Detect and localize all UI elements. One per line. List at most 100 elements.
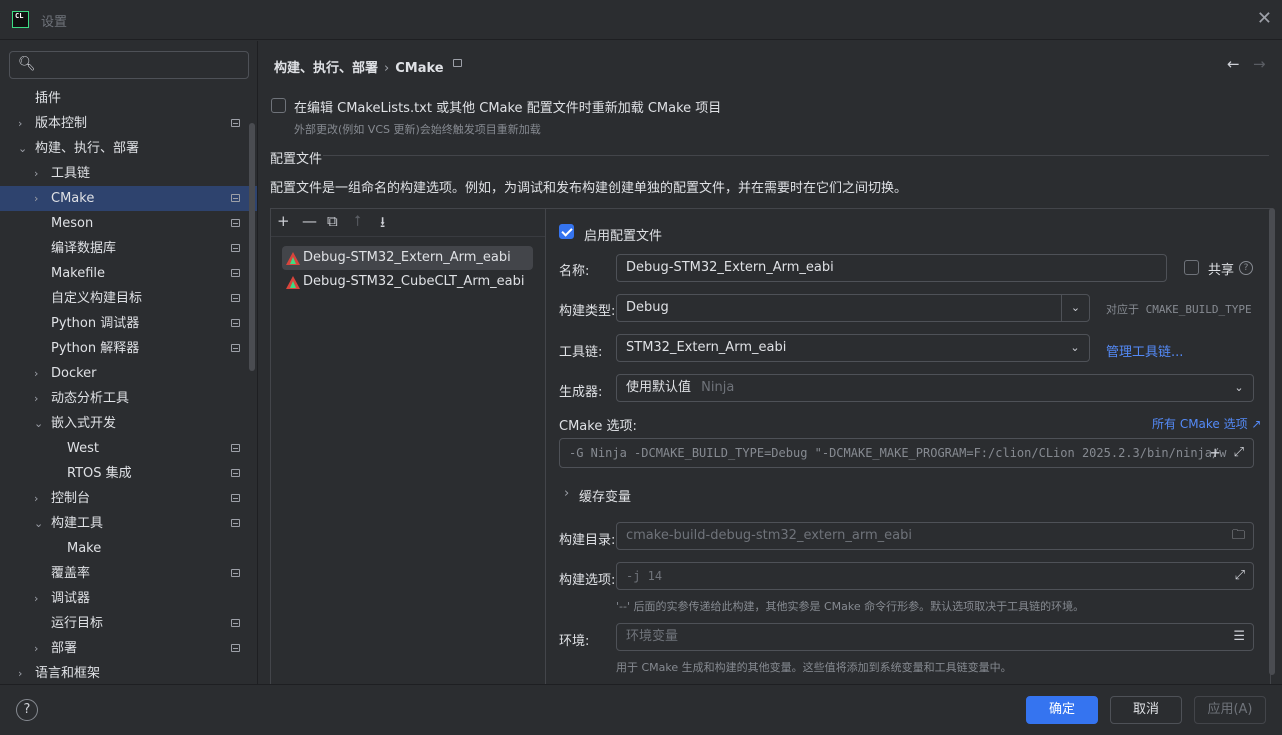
sidebar-item[interactable]: 覆盖率	[0, 561, 257, 586]
sidebar-item[interactable]: › Docker	[0, 361, 257, 386]
sidebar-item[interactable]: 自定义构建目标	[0, 286, 257, 311]
sidebar-scrollbar[interactable]	[249, 123, 255, 371]
apply-button[interactable]: 应用(A)	[1194, 696, 1266, 724]
sidebar-item-label: Make	[67, 541, 102, 556]
sidebar-item[interactable]: › 控制台	[0, 486, 257, 511]
chevron-down-icon[interactable]: ⌄	[1225, 375, 1253, 401]
chevron-down-icon[interactable]: ⌄	[18, 136, 30, 161]
build-type-combobox[interactable]: Debug ⌄	[616, 294, 1090, 322]
chevron-down-icon[interactable]: ⌄	[34, 411, 46, 436]
toolchain-combobox[interactable]: STM32_Extern_Arm_eabi ⌄	[616, 334, 1090, 362]
sidebar-item-label: 部署	[51, 641, 78, 656]
sidebar-item[interactable]: › 调试器	[0, 586, 257, 611]
build-options-field[interactable]: -j 14 ⤢	[616, 562, 1254, 590]
chevron-right-icon[interactable]: ›	[34, 186, 46, 211]
cache-vars-label[interactable]: 缓存变量	[579, 486, 631, 505]
sidebar-item[interactable]: 编译数据库	[0, 236, 257, 261]
sidebar-item-label: 编译数据库	[51, 241, 117, 256]
sidebar-item[interactable]: ⌄ 构建、执行、部署	[0, 136, 257, 161]
profile-item[interactable]: Debug-STM32_CubeCLT_Arm_eabi	[282, 270, 533, 294]
sidebar-item[interactable]: RTOS 集成	[0, 461, 257, 486]
chevron-right-icon[interactable]: ›	[34, 161, 46, 186]
generator-combobox[interactable]: 使用默认值 Ninja ⌄	[616, 374, 1254, 402]
cmake-icon	[286, 276, 300, 289]
sidebar-item[interactable]: Meson	[0, 211, 257, 236]
project-scope-icon	[231, 219, 240, 227]
breadcrumb: 构建、执行、部署 › CMake	[274, 57, 444, 76]
breadcrumb-separator: ›	[384, 61, 390, 76]
expand-icon[interactable]: ⤢	[1234, 439, 1244, 467]
project-scope-icon	[231, 519, 240, 527]
chevron-down-icon[interactable]: ⌄	[1061, 335, 1089, 361]
plus-icon[interactable]: +	[1210, 439, 1220, 467]
sidebar-item[interactable]: › 动态分析工具	[0, 386, 257, 411]
expand-icon[interactable]: ⤢	[1235, 563, 1245, 589]
reload-cmake-hint: 外部更改(例如 VCS 更新)会始终触发项目重新加载	[294, 123, 541, 136]
sidebar-item[interactable]: Makefile	[0, 261, 257, 286]
chevron-right-icon[interactable]: ›	[34, 386, 46, 411]
chevron-down-icon[interactable]: ⌄	[1061, 295, 1089, 321]
share-checkbox[interactable]	[1184, 260, 1199, 275]
move-up-icon[interactable]: ⭡	[354, 212, 361, 230]
env-hint: 用于 CMake 生成和构建的其他变量。这些值将添加到系统变量和工具链变量中。	[616, 661, 1012, 674]
sidebar-item[interactable]: ⌄ 嵌入式开发	[0, 411, 257, 436]
cmake-options-field[interactable]: -G Ninja -DCMAKE_BUILD_TYPE=Debug "-DCMA…	[559, 438, 1254, 468]
chevron-right-icon[interactable]: ›	[18, 111, 30, 136]
copy-icon[interactable]: ⧉	[327, 212, 338, 230]
chevron-right-icon[interactable]: ›	[34, 636, 46, 661]
help-button[interactable]: ?	[16, 699, 38, 721]
reload-cmake-checkbox[interactable]	[271, 98, 286, 113]
profile-item[interactable]: Debug-STM32_Extern_Arm_eabi	[282, 246, 533, 270]
cancel-button[interactable]: 取消	[1110, 696, 1182, 724]
search-icon: 🔍︎	[18, 56, 36, 72]
sidebar-item[interactable]: Python 解释器	[0, 336, 257, 361]
sidebar-item[interactable]: › 工具链	[0, 161, 257, 186]
sidebar-item[interactable]: Make	[0, 536, 257, 561]
manage-toolchains-link[interactable]: 管理工具链...	[1106, 341, 1183, 360]
search-box[interactable]: 🔍︎	[9, 51, 249, 79]
share-label: 共享	[1208, 263, 1235, 278]
sidebar-item[interactable]: 运行目标	[0, 611, 257, 636]
back-arrow-icon[interactable]: ←	[1227, 55, 1240, 73]
profiles-list-panel: + — ⧉ ⭡ ⭳ Debug-STM32_Extern_Arm_eabi Deb…	[270, 208, 546, 684]
all-cmake-options-link[interactable]: 所有 CMake 选项 ↗	[1152, 415, 1262, 432]
sidebar-item[interactable]: ⌄ 构建工具	[0, 511, 257, 536]
sidebar-item[interactable]: › 版本控制	[0, 111, 257, 136]
close-icon[interactable]: ✕	[1257, 8, 1272, 29]
add-icon[interactable]: +	[277, 212, 290, 230]
cache-vars-chevron-icon[interactable]: ›	[564, 486, 569, 501]
chevron-down-icon[interactable]: ⌄	[34, 511, 46, 536]
window-title: 设置	[41, 15, 68, 30]
sidebar-item[interactable]: West	[0, 436, 257, 461]
content-panel: 构建、执行、部署 › CMake ← → 在编辑 CMakeLists.txt 或其…	[259, 41, 1282, 684]
sidebar-item[interactable]: › CMake	[0, 186, 257, 211]
sidebar-item[interactable]: 插件	[0, 86, 257, 111]
project-scope-icon	[231, 119, 240, 127]
build-dir-field[interactable]: cmake-build-debug-stm32_extern_arm_eabi …	[616, 522, 1254, 550]
ok-button[interactable]: 确定	[1026, 696, 1098, 724]
build-type-value: Debug	[626, 300, 669, 315]
project-scope-icon	[231, 494, 240, 502]
chevron-right-icon[interactable]: ›	[18, 661, 30, 684]
chevron-right-icon[interactable]: ›	[34, 361, 46, 386]
sidebar-item[interactable]: › 部署	[0, 636, 257, 661]
chevron-right-icon[interactable]: ›	[34, 486, 46, 511]
sidebar-item[interactable]: Python 调试器	[0, 311, 257, 336]
breadcrumb-parent[interactable]: 构建、执行、部署	[274, 61, 378, 76]
chevron-right-icon[interactable]: ›	[34, 586, 46, 611]
env-field[interactable]: 环境变量 ☰	[616, 623, 1254, 651]
help-icon[interactable]: ?	[1239, 261, 1253, 275]
name-field[interactable]: Debug-STM32_Extern_Arm_eabi	[616, 254, 1167, 282]
search-input[interactable]	[40, 56, 240, 74]
list-icon[interactable]: ☰	[1233, 624, 1245, 650]
sidebar-item[interactable]: › 语言和框架	[0, 661, 257, 684]
sidebar-item-label: 自定义构建目标	[51, 291, 143, 306]
remove-icon[interactable]: —	[302, 212, 317, 230]
details-scrollbar[interactable]	[1269, 208, 1275, 675]
folder-icon[interactable]: 🗀	[1232, 523, 1245, 549]
profile-name: Debug-STM32_CubeCLT_Arm_eabi	[303, 274, 525, 289]
build-type-label: 构建类型:	[559, 304, 616, 319]
forward-arrow-icon[interactable]: →	[1253, 55, 1266, 73]
enable-profile-checkbox[interactable]	[559, 224, 574, 239]
move-down-icon[interactable]: ⭳	[380, 212, 385, 237]
